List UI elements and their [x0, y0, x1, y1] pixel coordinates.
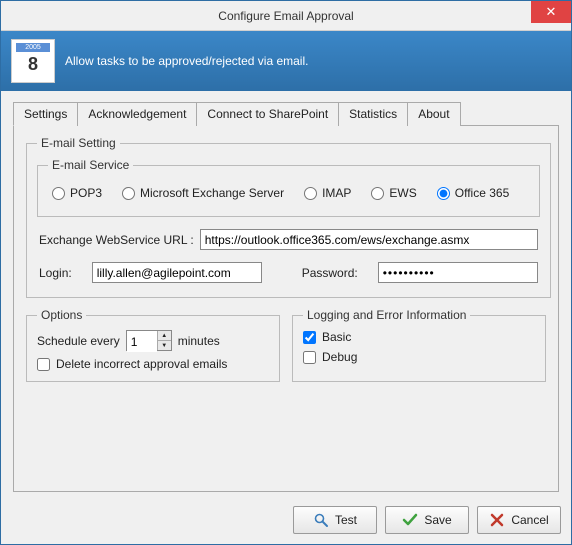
test-button[interactable]: Test: [293, 506, 377, 534]
dialog-window: Configure Email Approval ✕ 2005 8 Allow …: [0, 0, 572, 545]
spinner-buttons: ▲ ▼: [157, 331, 171, 350]
radio-office365-input[interactable]: [437, 187, 450, 200]
tab-panel-settings: E-mail Setting E-mail Service POP3 Micro…: [13, 125, 559, 492]
delete-emails-input[interactable]: [37, 358, 50, 371]
service-radio-row: POP3 Microsoft Exchange Server IMAP: [48, 180, 529, 206]
radio-ews[interactable]: EWS: [371, 186, 416, 200]
password-label: Password:: [302, 266, 358, 280]
logging-legend: Logging and Error Information: [303, 308, 470, 322]
save-button[interactable]: Save: [385, 506, 469, 534]
basic-checkbox[interactable]: Basic: [303, 330, 535, 344]
options-group: Options Schedule every ▲ ▼ minutes: [26, 308, 280, 382]
email-service-group: E-mail Service POP3 Microsoft Exchange S…: [37, 158, 540, 217]
button-bar: Test Save Cancel: [1, 498, 571, 544]
schedule-spinner[interactable]: ▲ ▼: [126, 330, 172, 351]
schedule-value-input[interactable]: [127, 331, 157, 352]
tab-acknowledgement[interactable]: Acknowledgement: [77, 102, 197, 126]
check-icon: [402, 512, 418, 528]
options-legend: Options: [37, 308, 86, 322]
email-setting-group: E-mail Setting E-mail Service POP3 Micro…: [26, 136, 551, 298]
window-title: Configure Email Approval: [218, 9, 353, 23]
radio-exchange-input[interactable]: [122, 187, 135, 200]
basic-input[interactable]: [303, 331, 316, 344]
schedule-row: Schedule every ▲ ▼ minutes: [37, 330, 269, 351]
radio-office365[interactable]: Office 365: [437, 186, 509, 200]
login-input[interactable]: [92, 262, 262, 283]
delete-emails-checkbox[interactable]: Delete incorrect approval emails: [37, 357, 269, 371]
magnifier-icon: [313, 512, 329, 528]
titlebar: Configure Email Approval ✕: [1, 1, 571, 31]
banner: 2005 8 Allow tasks to be approved/reject…: [1, 31, 571, 91]
login-label: Login:: [39, 266, 72, 280]
close-icon: ✕: [546, 4, 557, 20]
email-service-legend: E-mail Service: [48, 158, 133, 172]
tab-strip: Settings Acknowledgement Connect to Shar…: [13, 101, 559, 125]
email-setting-legend: E-mail Setting: [37, 136, 120, 150]
radio-pop3[interactable]: POP3: [52, 186, 102, 200]
tab-statistics[interactable]: Statistics: [338, 102, 408, 126]
cancel-button[interactable]: Cancel: [477, 506, 561, 534]
spinner-down[interactable]: ▼: [158, 341, 171, 350]
schedule-suffix: minutes: [178, 334, 220, 348]
radio-pop3-input[interactable]: [52, 187, 65, 200]
spinner-up[interactable]: ▲: [158, 331, 171, 341]
calendar-icon: 2005 8: [11, 39, 55, 83]
tab-about[interactable]: About: [407, 102, 460, 126]
close-button[interactable]: ✕: [531, 1, 571, 23]
password-input[interactable]: [378, 262, 538, 283]
content-area: Settings Acknowledgement Connect to Shar…: [1, 91, 571, 498]
debug-input[interactable]: [303, 351, 316, 364]
tab-connect-sharepoint[interactable]: Connect to SharePoint: [196, 102, 339, 126]
url-label: Exchange WebService URL :: [39, 233, 194, 247]
lower-groups: Options Schedule every ▲ ▼ minutes: [26, 308, 546, 392]
url-row: Exchange WebService URL :: [39, 229, 538, 250]
radio-exchange[interactable]: Microsoft Exchange Server: [122, 186, 284, 200]
banner-description: Allow tasks to be approved/rejected via …: [65, 54, 308, 68]
tab-settings[interactable]: Settings: [13, 102, 78, 126]
debug-checkbox[interactable]: Debug: [303, 350, 535, 364]
radio-ews-input[interactable]: [371, 187, 384, 200]
url-input[interactable]: [200, 229, 538, 250]
schedule-prefix: Schedule every: [37, 334, 120, 348]
radio-imap[interactable]: IMAP: [304, 186, 351, 200]
cross-icon: [489, 512, 505, 528]
login-row: Login: Password:: [39, 262, 538, 283]
radio-imap-input[interactable]: [304, 187, 317, 200]
logging-group: Logging and Error Information Basic Debu…: [292, 308, 546, 382]
